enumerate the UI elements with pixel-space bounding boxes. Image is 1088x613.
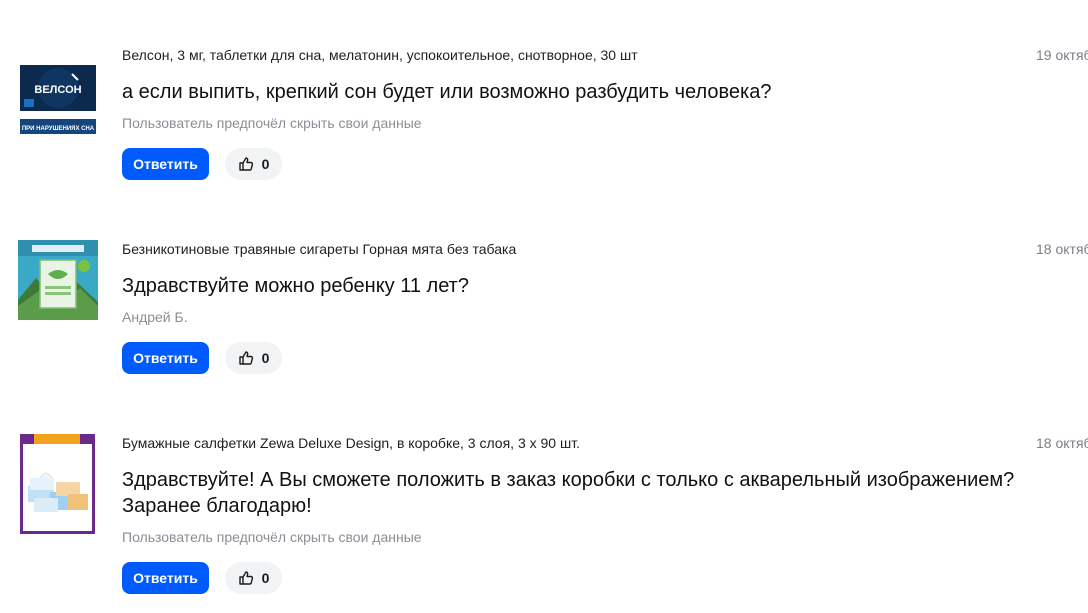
question-text: Здравствуйте! А Вы сможете положить в за… [122,469,1015,517]
like-button[interactable]: 0 [225,148,282,180]
question-author: Андрей Б. [122,309,188,325]
product-link[interactable]: Безникотиновые травяные сигареты Горная … [122,240,516,258]
question-author: Пользователь предпочёл скрыть свои данны… [122,115,422,131]
question-text: Здравствуйте можно ребенку 11 лет? [122,275,469,297]
like-button[interactable]: 0 [225,342,282,374]
product-image-zewa-napkins [20,434,95,534]
question-date: 18 октяб [1036,241,1088,257]
product-link[interactable]: Бумажные салфетки Zewa Deluxe Design, в … [122,434,580,452]
product-link[interactable]: Велсон, 3 мг, таблетки для сна, мелатони… [122,46,638,64]
questions-list: ВЕЛСОН ПРИ НАРУШЕНИЯХ СНА Велсон, 3 мг, … [0,0,1088,613]
reply-button[interactable]: Ответить [122,148,209,180]
like-button[interactable]: 0 [225,562,282,594]
question-author: Пользователь предпочёл скрыть свои данны… [122,529,422,545]
product-image-velson: ВЕЛСОН ПРИ НАРУШЕНИЯХ СНА [20,65,96,134]
question-date: 19 октяб [1036,47,1088,63]
reply-button[interactable]: Ответить [122,562,209,594]
product-thumbnail-herbal-cigarettes[interactable] [18,240,98,320]
reply-button[interactable]: Ответить [122,342,209,374]
product-thumbnail-zewa-napkins[interactable] [20,434,95,534]
question-text: а если выпить, крепкий сон будет или воз… [122,81,772,103]
thumbs-up-icon [238,570,254,586]
svg-text:ПРИ НАРУШЕНИЯХ СНА: ПРИ НАРУШЕНИЯХ СНА [22,126,95,132]
like-count: 0 [261,156,270,172]
like-count: 0 [261,570,270,586]
thumbs-up-icon [238,350,254,366]
product-thumbnail-velson[interactable]: ВЕЛСОН ПРИ НАРУШЕНИЯХ СНА [20,60,96,136]
product-image-herbal-cigarettes [18,240,98,320]
question-date: 18 октяб [1036,435,1088,451]
thumbs-up-icon [238,156,254,172]
like-count: 0 [261,350,270,366]
svg-text:ВЕЛСОН: ВЕЛСОН [34,84,81,96]
